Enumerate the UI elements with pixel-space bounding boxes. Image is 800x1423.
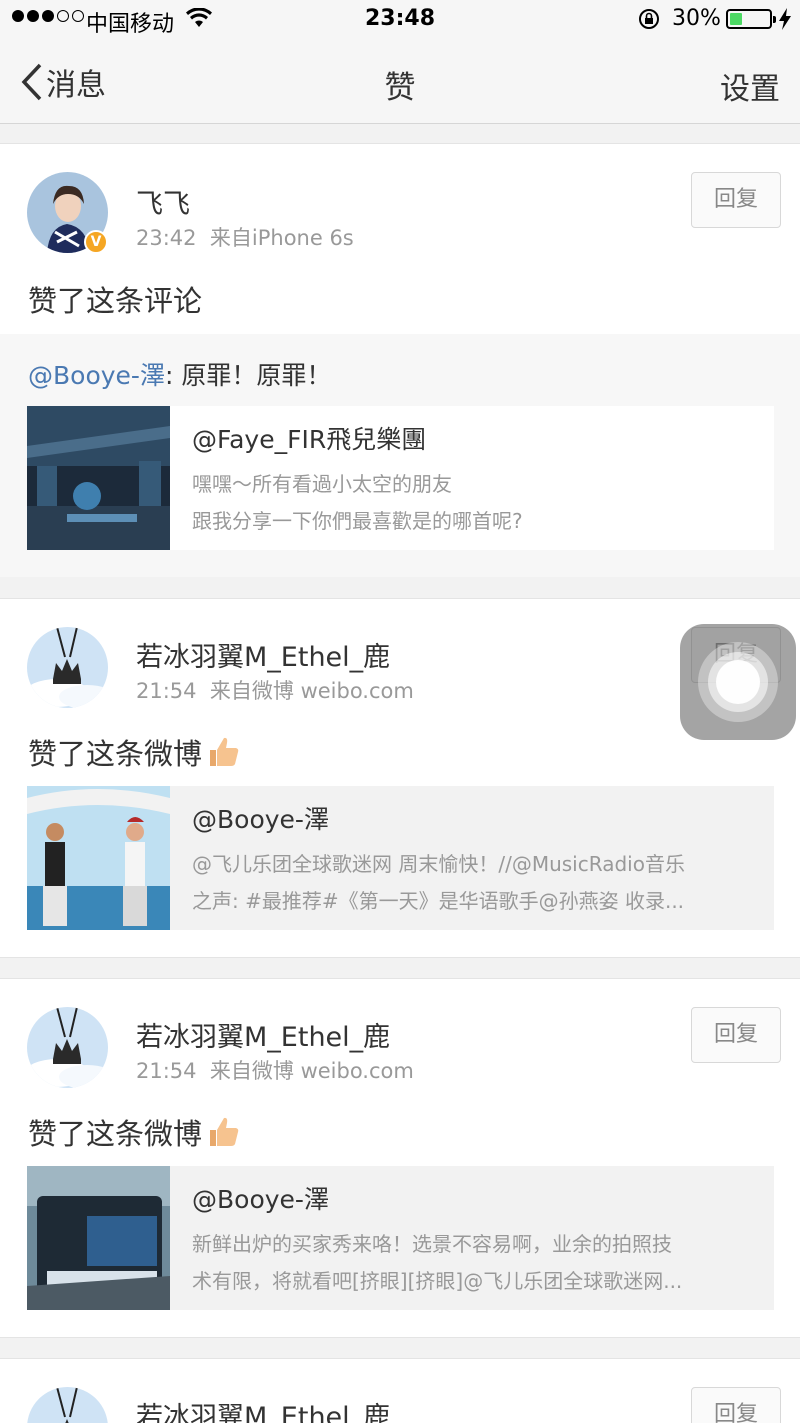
username[interactable]: 若冰羽翼M_Ethel_鹿 [136, 1015, 390, 1054]
embedded-post-title: @Faye_FIR飛兒樂團 [192, 425, 427, 454]
charging-icon [779, 8, 791, 30]
timestamp: 21:54 [136, 679, 197, 703]
embedded-post-text: 术有限，将就看吧[挤眼][挤眼]@飞儿乐团全球歌迷网... [192, 1269, 683, 1293]
navigation-bar: 消息 赞 设置 [0, 40, 800, 124]
original-comment: @Booye-澤: 原罪！原罪！ [28, 356, 331, 392]
post-thumbnail [27, 786, 170, 930]
avatar[interactable] [27, 627, 108, 708]
status-bar: 中国移动 23:48 30% [0, 0, 800, 40]
battery-percentage: 30% [672, 6, 721, 31]
embedded-post-text: @飞儿乐团全球歌迷网 周末愉快！//@MusicRadio音乐 [192, 852, 685, 876]
action-text: 赞了这条微博 [28, 731, 242, 773]
avatar[interactable] [27, 1387, 108, 1423]
embedded-post-title: @Booye-澤 [192, 805, 329, 834]
thumbs-up-icon [210, 1117, 239, 1146]
settings-button[interactable]: 设置 [720, 64, 780, 108]
timestamp: 23:42 [136, 226, 197, 250]
embedded-post[interactable]: @Booye-澤 新鲜出炉的买家秀来咯！选景不容易啊，业余的拍照技 术有限，将就… [27, 1166, 774, 1310]
embedded-post-text: 嘿嘿～所有看過小太空的朋友 [192, 472, 452, 496]
avatar[interactable] [27, 1007, 108, 1088]
reply-button[interactable]: 回复 [691, 1007, 781, 1063]
verified-badge-icon: V [84, 230, 108, 254]
embedded-post-text: 新鲜出炉的买家秀来咯！选景不容易啊，业余的拍照技 [192, 1232, 672, 1256]
embedded-post[interactable]: @Booye-澤 @飞儿乐团全球歌迷网 周末愉快！//@MusicRadio音乐… [27, 786, 774, 930]
original-comment-area[interactable]: @Booye-澤: 原罪！原罪！ @Faye_FIR飛兒樂團 嘿嘿～所有看過小太… [0, 334, 800, 577]
embedded-post[interactable]: @Faye_FIR飛兒樂團 嘿嘿～所有看過小太空的朋友 跟我分享一下你們最喜歡是… [27, 406, 774, 550]
mention-link[interactable]: @Booye-澤 [28, 361, 165, 390]
action-text: 赞了这条评论 [28, 284, 203, 318]
timestamp: 21:54 [136, 1059, 197, 1083]
post-meta: 21:54 来自微博 weibo.com [136, 675, 414, 705]
username[interactable]: 若冰羽翼M_Ethel_鹿 [136, 635, 390, 674]
reply-button[interactable]: 回复 [691, 1387, 781, 1423]
post-thumbnail [27, 1166, 170, 1310]
like-notification-card: V 飞飞 23:42 来自iPhone 6s 回复 赞了这条评论 @Booye-… [0, 143, 800, 577]
post-meta: 21:54 来自微博 weibo.com [136, 1055, 414, 1085]
embedded-post-text: 之声: #最推荐#《第一天》是华语歌手@孙燕姿 收录... [192, 889, 685, 913]
source: 来自微博 weibo.com [209, 679, 414, 703]
battery-icon [726, 9, 776, 29]
like-notification-card: 若冰羽翼M_Ethel_鹿 回复 [0, 1358, 800, 1423]
assistive-touch-button[interactable] [680, 624, 796, 740]
like-notification-card: 若冰羽翼M_Ethel_鹿 21:54 来自微博 weibo.com 回复 赞了… [0, 978, 800, 1338]
source: 来自iPhone 6s [209, 226, 354, 250]
page-title: 赞 [384, 70, 416, 106]
rotation-lock-icon [639, 9, 659, 29]
post-thumbnail [27, 406, 170, 550]
action-text: 赞了这条微博 [28, 1111, 242, 1153]
thumbs-up-icon [210, 737, 239, 766]
source: 来自微博 weibo.com [209, 1059, 414, 1083]
embedded-post-text: 跟我分享一下你們最喜歡是的哪首呢? [192, 509, 523, 533]
username[interactable]: 若冰羽翼M_Ethel_鹿 [136, 1395, 390, 1423]
embedded-post-title: @Booye-澤 [192, 1185, 329, 1214]
comment-text: : 原罪！原罪！ [164, 361, 332, 390]
reply-button[interactable]: 回复 [691, 172, 781, 228]
username[interactable]: 飞飞 [136, 182, 190, 221]
post-meta: 23:42 来自iPhone 6s [136, 222, 354, 252]
